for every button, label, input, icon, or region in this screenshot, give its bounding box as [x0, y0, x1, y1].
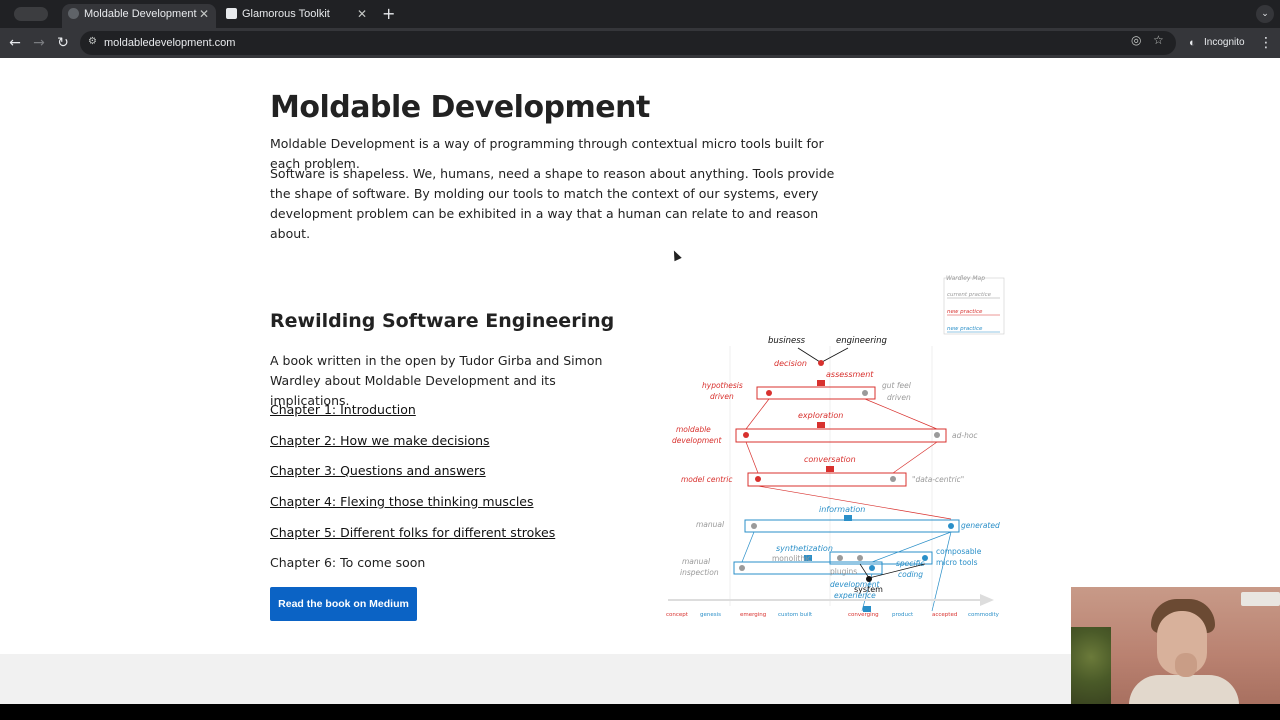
reload-icon[interactable]: ↻	[53, 33, 73, 53]
wardley-map-lower: monolithic composable micro tools plugin…	[666, 547, 1000, 618]
tab-title: Moldable Development	[84, 8, 197, 20]
label-moldable: moldable	[676, 425, 711, 434]
webcam-overlay	[1071, 587, 1280, 704]
label-decision: decision	[774, 359, 807, 368]
label-driven: driven	[710, 392, 734, 401]
label-development: development	[672, 436, 723, 445]
chapter-1-link[interactable]: Chapter 1: Introduction	[270, 402, 416, 417]
label-gut-driven: driven	[887, 393, 911, 402]
chapter-3-link[interactable]: Chapter 3: Questions and answers	[270, 463, 486, 478]
legend-item-new-blue: new practice	[947, 326, 983, 332]
axis-commodity: commodity	[968, 612, 1000, 618]
label-engineering: engineering	[836, 336, 887, 346]
tab-glamorous-toolkit[interactable]: Glamorous Toolkit ✕	[220, 4, 374, 28]
page-title: Moldable Development	[270, 90, 650, 125]
legend-item-new-red: new practice	[947, 309, 983, 315]
book-heading: Rewilding Software Engineering	[270, 310, 615, 332]
presenter-hand	[1175, 653, 1197, 677]
label-composable: composable	[936, 547, 982, 556]
read-on-medium-button[interactable]: Read the book on Medium	[270, 587, 417, 621]
label-ad-hoc: ad-hoc	[952, 431, 978, 440]
close-icon[interactable]: ✕	[357, 4, 367, 24]
mouse-cursor-icon	[670, 248, 682, 262]
site-settings-icon[interactable]: ⚙	[88, 36, 97, 47]
label-system: system	[854, 585, 883, 594]
incognito-label: Incognito	[1204, 37, 1245, 48]
chapter-2-link[interactable]: Chapter 2: How we make decisions	[270, 433, 490, 448]
bottom-black-bar	[0, 704, 1280, 720]
legend-title: Wardley Map	[946, 275, 985, 282]
axis-genesis: genesis	[700, 612, 721, 618]
plant-image	[1071, 627, 1111, 704]
globe-icon	[68, 8, 79, 19]
label-conversation: conversation	[804, 455, 856, 464]
gt-favicon-icon	[226, 8, 237, 19]
label-model-centric: model centric	[681, 475, 733, 484]
chapter-6-text: Chapter 6: To come soon	[270, 555, 426, 570]
label-data-centric: "data-centric"	[912, 475, 964, 484]
label-business: business	[768, 336, 806, 346]
legend-item-current: current practice	[947, 292, 992, 298]
more-menu-icon[interactable]: ⋮	[1259, 33, 1273, 53]
star-icon[interactable]: ☆	[1153, 33, 1164, 47]
axis-concept: concept	[666, 612, 689, 618]
axis-converging: converging	[848, 612, 879, 618]
close-icon[interactable]: ✕	[199, 4, 209, 24]
tab-title: Glamorous Toolkit	[242, 8, 330, 20]
new-tab-plus-icon[interactable]: +	[382, 4, 395, 24]
back-arrow-icon[interactable]: ←	[5, 33, 25, 53]
axis-custom-built: custom built	[778, 612, 813, 618]
tab-group-pill[interactable]	[14, 7, 48, 21]
forward-arrow-icon[interactable]: →	[29, 33, 49, 53]
label-gut-feel: gut feel	[882, 381, 912, 390]
label-exploration: exploration	[798, 411, 843, 420]
address-bar[interactable]: ⚙ moldabledevelopment.com	[80, 31, 1176, 55]
incognito-icon: ◐	[1189, 37, 1196, 49]
eye-slash-icon[interactable]: ◎	[1131, 33, 1141, 47]
label-monolithic: monolithic	[772, 554, 811, 563]
label-hypothesis: hypothesis	[702, 381, 743, 390]
browser-tab-bar: Moldable Development ✕ Glamorous Toolkit…	[0, 0, 1280, 28]
axis-accepted: accepted	[932, 612, 957, 618]
label-micro-tools: micro tools	[936, 558, 978, 567]
axis-product: product	[892, 612, 914, 618]
chapter-4-link[interactable]: Chapter 4: Flexing those thinking muscle…	[270, 494, 534, 509]
label-assessment: assessment	[826, 370, 874, 379]
browser-toolbar: ← → ↻ ⚙ moldabledevelopment.com ◎ ☆ ◐ In…	[0, 28, 1280, 58]
chevron-down-icon[interactable]: ⌄	[1256, 5, 1274, 23]
label-information: information	[819, 505, 865, 514]
url-text: moldabledevelopment.com	[104, 37, 236, 49]
axis-emerging: emerging	[740, 612, 766, 618]
chapter-5-link[interactable]: Chapter 5: Different folks for different…	[270, 525, 555, 540]
incognito-badge[interactable]: ◐ Incognito	[1184, 33, 1251, 53]
presenter-body	[1129, 675, 1239, 704]
air-conditioner-image	[1241, 592, 1280, 606]
label-plugins: plugins	[830, 567, 857, 576]
description-paragraph: Software is shapeless. We, humans, need …	[270, 166, 835, 241]
tab-moldable-development[interactable]: Moldable Development ✕	[62, 4, 216, 28]
axis-arrow-icon	[980, 594, 994, 606]
